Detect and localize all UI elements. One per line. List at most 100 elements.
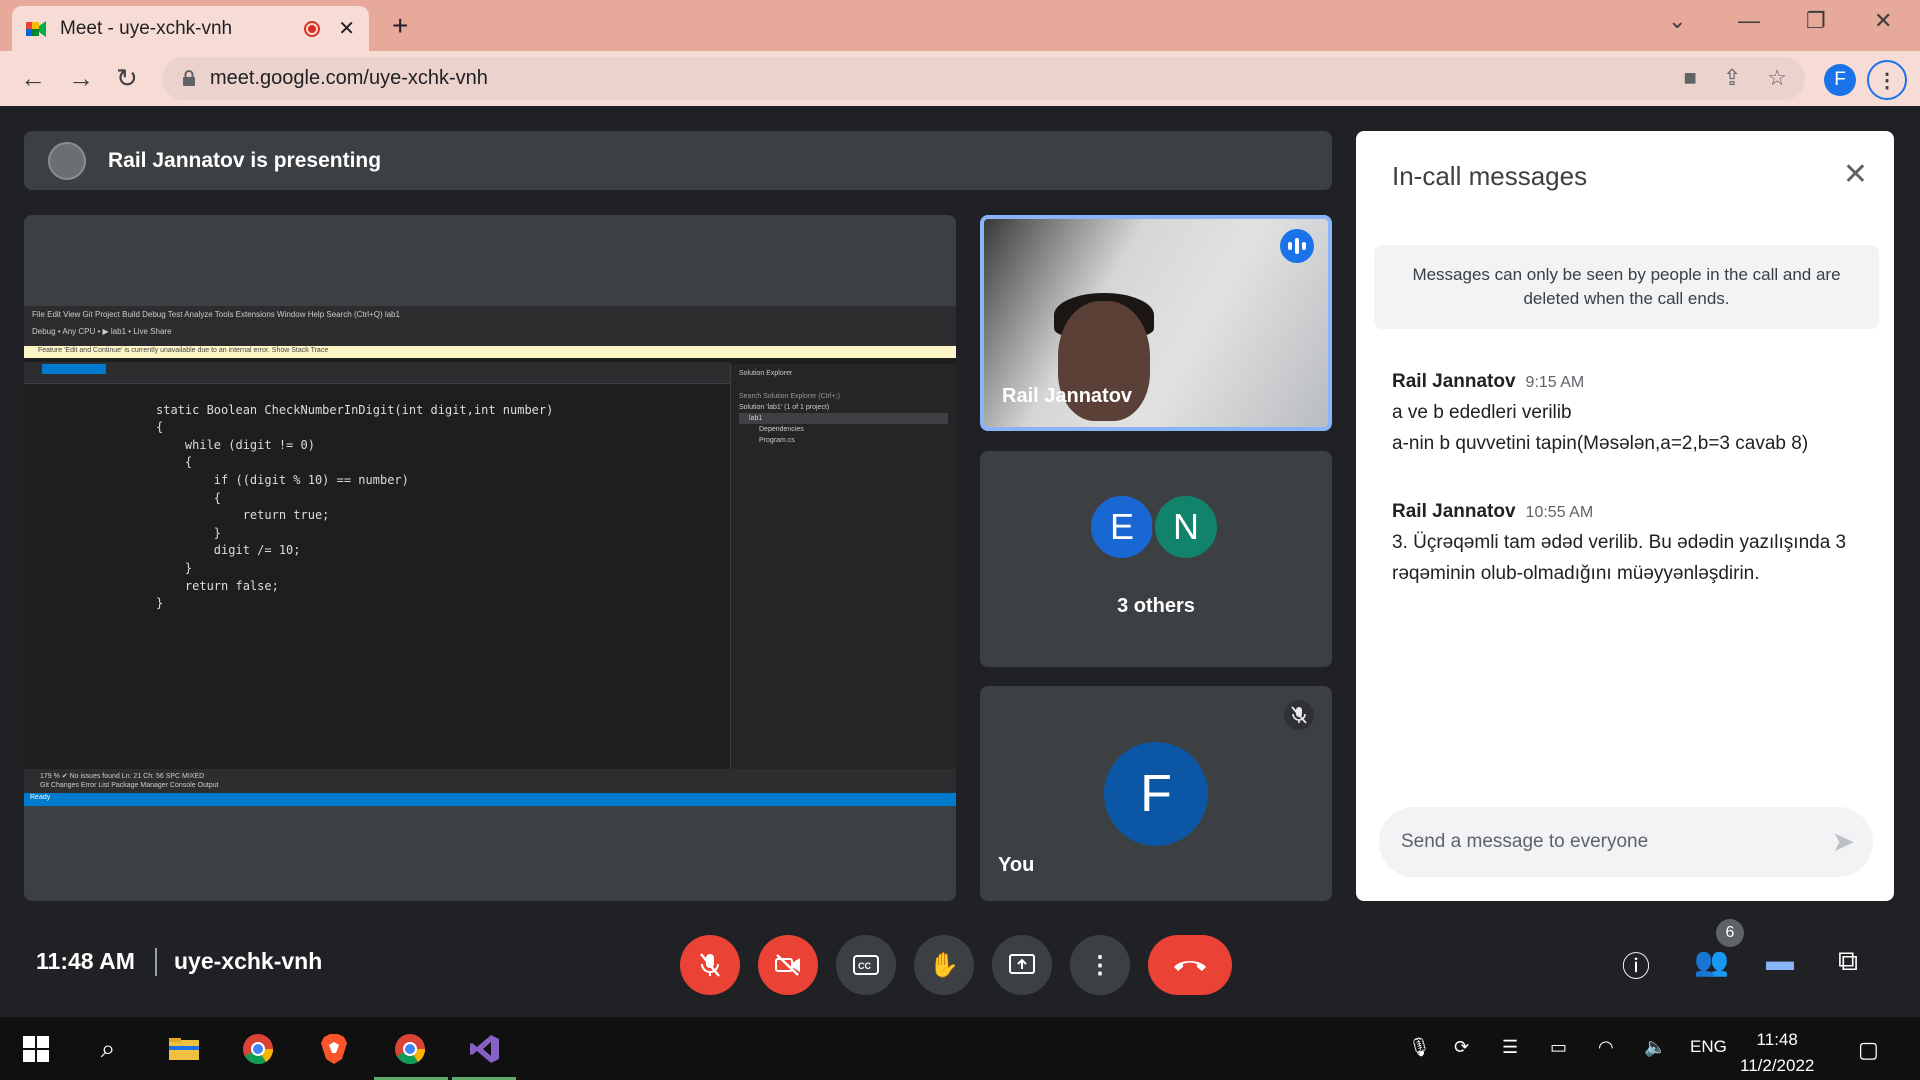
message-text: 3. Üçrəqəmli tam ədəd verilib. Bu ədədin… bbox=[1392, 532, 1847, 553]
raise-hand-icon: ✋ bbox=[929, 951, 959, 979]
vs-status-bar: Ready bbox=[24, 793, 956, 806]
send-icon[interactable]: ➤ bbox=[1832, 825, 1855, 858]
presenting-text: Rail Jannatov is presenting bbox=[108, 148, 382, 172]
back-arrow-icon[interactable]: ← bbox=[20, 63, 46, 94]
recording-icon bbox=[304, 20, 321, 37]
profile-avatar[interactable]: F bbox=[1824, 64, 1856, 96]
browser-tab[interactable]: Meet - uye-xchk-vnh ✕ bbox=[12, 6, 369, 51]
minimize-icon[interactable]: — bbox=[1738, 8, 1760, 34]
restore-icon[interactable]: ❐ bbox=[1806, 8, 1826, 34]
more-vert-icon: ⋮ bbox=[1088, 951, 1112, 979]
chevron-down-icon[interactable]: ⌄ bbox=[1668, 8, 1686, 34]
info-icon[interactable]: ⓘ bbox=[1622, 945, 1650, 985]
visual-studio-window: File Edit View Git Project Build Debug T… bbox=[24, 306, 956, 806]
microphone-tray-icon[interactable]: 🎙 bbox=[1408, 1037, 1431, 1058]
code-line: return true; bbox=[156, 508, 330, 523]
chat-icon[interactable]: ▬ bbox=[1766, 945, 1794, 977]
presenting-banner: Rail Jannatov is presenting bbox=[24, 131, 1332, 190]
vs-bottom-info: 179 % ✔ No issues found Ln: 21 Ch: 56 SP… bbox=[40, 773, 205, 780]
people-icon[interactable]: 👥 bbox=[1694, 945, 1729, 978]
language-indicator[interactable]: ENG bbox=[1690, 1037, 1727, 1057]
message-text: a-nin b quvvetini tapin(Məsələn,a=2,b=3 … bbox=[1392, 433, 1809, 454]
browser-tab-strip: Meet - uye-xchk-vnh ✕ + ⌄ — ❐ ✕ bbox=[0, 0, 1920, 51]
avatar: N bbox=[1152, 493, 1220, 561]
volume-icon[interactable]: 🔈 bbox=[1644, 1037, 1666, 1058]
forward-arrow-icon[interactable]: → bbox=[68, 63, 94, 94]
chat-input-placeholder: Send a message to everyone bbox=[1401, 831, 1649, 852]
action-center-icon[interactable]: ▢ bbox=[1858, 1037, 1879, 1063]
message-author: Rail Jannatov bbox=[1392, 501, 1516, 522]
divider bbox=[155, 948, 157, 976]
others-label: 3 others bbox=[1117, 595, 1195, 617]
solution-explorer-search: Search Solution Explorer (Ctrl+;) bbox=[739, 393, 840, 400]
vs-bottom-bar: 179 % ✔ No issues found Ln: 21 Ch: 56 SP… bbox=[24, 769, 956, 793]
vs-menu-text: File Edit View Git Project Build Debug T… bbox=[32, 310, 400, 319]
more-vert-icon[interactable]: ⋮ bbox=[1867, 60, 1907, 100]
participant-tile-others[interactable]: E N 3 others bbox=[980, 451, 1332, 667]
vs-editor-tab-program bbox=[42, 364, 106, 374]
avatar: E bbox=[1088, 493, 1156, 561]
share-icon[interactable]: ⇪ bbox=[1723, 65, 1741, 91]
code-line: { bbox=[156, 420, 164, 435]
system-clock[interactable]: 11:48 11/2/2022 bbox=[1740, 1027, 1814, 1079]
self-avatar: F bbox=[1104, 742, 1208, 846]
tree-item: Dependencies bbox=[759, 426, 804, 433]
brave-browser-icon[interactable] bbox=[316, 1031, 352, 1067]
present-button[interactable] bbox=[992, 935, 1052, 995]
in-call-messages-panel: In-call messages ✕ Messages can only be … bbox=[1356, 131, 1894, 901]
star-icon[interactable]: ☆ bbox=[1767, 65, 1787, 91]
vs-warning-bar: Feature 'Edit and Continue' is currently… bbox=[24, 346, 956, 358]
close-icon[interactable]: ✕ bbox=[338, 16, 355, 41]
chrome-icon[interactable] bbox=[240, 1031, 276, 1067]
leave-call-button[interactable] bbox=[1148, 935, 1232, 995]
present-icon bbox=[1009, 954, 1035, 974]
code-line: } bbox=[156, 560, 193, 575]
camera-icon[interactable]: ■ bbox=[1684, 65, 1697, 91]
chat-input[interactable]: Send a message to everyone ➤ bbox=[1379, 807, 1873, 877]
search-icon[interactable]: ⌕ bbox=[90, 1031, 126, 1067]
presenter-avatar bbox=[48, 141, 86, 180]
participants-count-badge: 6 bbox=[1716, 919, 1744, 947]
tree-item: lab1 bbox=[739, 413, 948, 424]
panel-title: In-call messages bbox=[1392, 161, 1588, 191]
camera-toggle-button[interactable] bbox=[758, 935, 818, 995]
close-icon[interactable]: ✕ bbox=[1843, 157, 1868, 192]
svg-text:CC: CC bbox=[858, 961, 871, 971]
clock-date: 11/2/2022 bbox=[1740, 1056, 1815, 1075]
code-line: { bbox=[156, 490, 222, 505]
reload-icon[interactable]: ↻ bbox=[116, 63, 138, 94]
self-label: You bbox=[998, 854, 1035, 876]
wifi-icon[interactable]: ◠ bbox=[1598, 1037, 1614, 1058]
mic-toggle-button[interactable] bbox=[680, 935, 740, 995]
mic-off-icon bbox=[1284, 700, 1314, 730]
code-line: if ((digit % 10) == number) bbox=[156, 472, 409, 487]
mic-off-icon bbox=[700, 953, 720, 977]
more-options-button[interactable]: ⋮ bbox=[1070, 935, 1130, 995]
raise-hand-button[interactable]: ✋ bbox=[914, 935, 974, 995]
plus-icon[interactable]: + bbox=[392, 10, 408, 42]
chat-message: Rail Jannatov 9:15 AM a ve b ededleri ver… bbox=[1392, 371, 1872, 459]
code-line: } bbox=[156, 525, 222, 540]
cam-off-icon bbox=[775, 954, 800, 976]
display-tray-icon[interactable]: ⟳ bbox=[1454, 1037, 1469, 1058]
meeting-controls-bar: 11:48 AM uye-xchk-vnh CC ✋ ⋮ ⓘ 👥 6 ▬ ⧉ bbox=[0, 919, 1920, 1017]
windows-start-icon[interactable] bbox=[18, 1031, 54, 1067]
battery-icon[interactable]: ▭ bbox=[1550, 1037, 1567, 1058]
participant-tile-presenter[interactable]: Rail Jannatov bbox=[980, 215, 1332, 431]
vs-bottom-tabs: Git Changes Error List Package Manager C… bbox=[40, 782, 219, 789]
file-explorer-icon[interactable] bbox=[166, 1031, 202, 1067]
screen-share-tile: File Edit View Git Project Build Debug T… bbox=[24, 215, 956, 901]
code-line: } bbox=[156, 596, 164, 611]
participant-tile-self[interactable]: F You bbox=[980, 686, 1332, 901]
chat-message: Rail Jannatov 10:55 AM 3. Üçrəqəmli tam ə… bbox=[1392, 501, 1872, 589]
os-taskbar: ⌕ 🎙 ⟳ ☰ ▭ ◠ 🔈 ENG 11:48 11/2/2022 ▢ bbox=[0, 1017, 1920, 1080]
activities-icon[interactable]: ⧉ bbox=[1838, 945, 1858, 978]
address-bar[interactable]: meet.google.com/uye-xchk-vnh ■ ⇪ ☆ bbox=[162, 57, 1805, 100]
code-line: { bbox=[156, 455, 193, 470]
captions-button[interactable]: CC bbox=[836, 935, 896, 995]
notification-tray-icon[interactable]: ☰ bbox=[1502, 1037, 1518, 1058]
window-close-icon[interactable]: ✕ bbox=[1874, 8, 1892, 34]
vs-menu-bar: File Edit View Git Project Build Debug T… bbox=[24, 306, 956, 346]
visual-studio-icon[interactable] bbox=[467, 1031, 503, 1067]
chrome-active-icon[interactable] bbox=[392, 1031, 428, 1067]
